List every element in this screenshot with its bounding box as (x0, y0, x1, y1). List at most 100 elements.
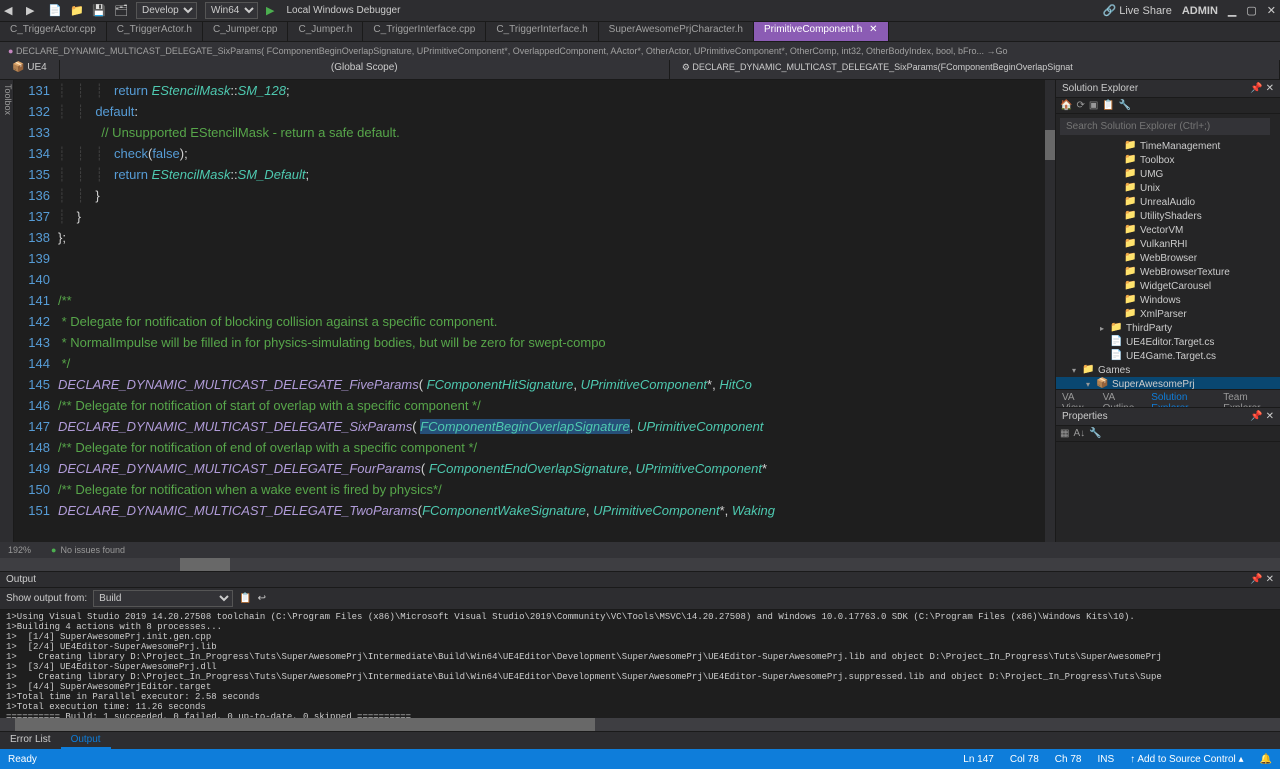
tree-item[interactable]: 📁TimeManagement (1056, 139, 1280, 153)
clear-icon[interactable]: 📋 (239, 593, 251, 604)
wrap-icon[interactable]: ↩ (258, 593, 266, 604)
tree-item[interactable]: 📄UE4Editor.Target.cs (1056, 335, 1280, 349)
alpha-icon[interactable]: A↓ (1073, 428, 1085, 439)
new-icon[interactable]: 📄 (48, 4, 62, 18)
right-panel-tab[interactable]: Team Explorer (1217, 390, 1280, 407)
home-icon[interactable]: 🏠 (1060, 100, 1072, 111)
breadcrumb: ● DECLARE_DYNAMIC_MULTICAST_DELEGATE_Six… (0, 42, 1280, 60)
line-gutter: 1311321331341351361371381391401411421431… (14, 80, 58, 521)
file-tab[interactable]: PrimitiveComponent.h ✕ (754, 22, 889, 41)
panel-close-icon[interactable]: ✕ (1266, 574, 1274, 585)
right-panel-tab[interactable]: Solution Explorer (1145, 390, 1217, 407)
collapse-icon[interactable]: ▣ (1089, 100, 1098, 111)
debugger-label[interactable]: Local Windows Debugger (282, 3, 404, 18)
solution-search-input[interactable] (1060, 118, 1270, 135)
pin-icon[interactable]: 📌 (1250, 83, 1262, 94)
code-editor[interactable]: 1311321331341351361371381391401411421431… (14, 80, 1055, 542)
categorize-icon[interactable]: ▦ (1060, 428, 1069, 439)
tree-item[interactable]: ▸📁ThirdParty (1056, 321, 1280, 335)
tree-item[interactable]: 📄UE4Game.Target.cs (1056, 349, 1280, 363)
statusbar: Ready Ln 147 Col 78 Ch 78 INS ↑ Add to S… (0, 749, 1280, 769)
tree-item[interactable]: 📁Unix (1056, 181, 1280, 195)
notifications-icon[interactable]: 🔔 (1260, 754, 1272, 765)
tree-item[interactable]: 📁VulkanRHI (1056, 237, 1280, 251)
save-icon[interactable]: 💾 (92, 4, 106, 18)
play-icon[interactable]: ▶ (266, 4, 274, 17)
file-tab[interactable]: C_TriggerInterface.h (486, 22, 598, 41)
bottom-panel-tab[interactable]: Output (61, 732, 111, 749)
properties-header: Properties 📌 ✕ (1056, 408, 1280, 426)
admin-label: ADMIN (1182, 5, 1218, 17)
file-tab[interactable]: C_Jumper.h (288, 22, 363, 41)
live-share-button[interactable]: 🔗 Live Share (1102, 4, 1171, 17)
editor-scrollbar-v[interactable] (1045, 80, 1055, 542)
solution-explorer-panel: Solution Explorer 📌 ✕ 🏠 ⟳ ▣ 📋 🔧 📁TimeMan… (1055, 80, 1280, 542)
tree-item[interactable]: 📁UtilityShaders (1056, 209, 1280, 223)
toolbox-sidebar[interactable]: Toolbox (0, 80, 14, 542)
minimize-icon[interactable]: ▁ (1228, 4, 1236, 17)
tree-item[interactable]: 📁VectorVM (1056, 223, 1280, 237)
global-scope[interactable]: (Global Scope) (60, 60, 670, 79)
marker-icon: ● (8, 46, 13, 56)
scroll-thumb[interactable] (1045, 130, 1055, 160)
right-tab-bar: VA ViewVA OutlineSolution ExplorerTeam E… (1056, 389, 1280, 407)
tab-close-icon[interactable]: ✕ (866, 24, 877, 35)
close-icon[interactable]: ✕ (1267, 4, 1276, 17)
code-content[interactable]: ┊ ┊ ┊ return EStencilMask::SM_128;┊ ┊ de… (58, 80, 1055, 521)
editor-scrollbar-h[interactable] (0, 558, 1280, 571)
main-toolbar: ◀ ▶ 📄 📁 💾 🗂 Develop Win64 ▶ Local Window… (0, 0, 1280, 22)
back-icon[interactable]: ◀ (4, 4, 18, 18)
file-tab-bar: C_TriggerActor.cppC_TriggerActor.hC_Jump… (0, 22, 1280, 42)
tree-item[interactable]: 📁XmlParser (1056, 307, 1280, 321)
solution-tree[interactable]: 📁TimeManagement📁Toolbox📁UMG📁Unix📁UnrealA… (1056, 139, 1280, 389)
tree-item[interactable]: 📁UnrealAudio (1056, 195, 1280, 209)
source-control-button[interactable]: ↑ Add to Source Control ▴ (1130, 754, 1243, 765)
bottom-panel-tab[interactable]: Error List (0, 732, 61, 749)
right-panel-tab[interactable]: VA View (1056, 390, 1097, 407)
col-label[interactable]: Col 78 (1010, 754, 1039, 765)
output-header: Output 📌 ✕ (0, 572, 1280, 588)
tree-item[interactable]: 📁WebBrowserTexture (1056, 265, 1280, 279)
show-output-label: Show output from: (6, 593, 87, 604)
ch-label[interactable]: Ch 78 (1055, 754, 1082, 765)
project-scope[interactable]: 📦 UE4 (0, 60, 60, 79)
solution-explorer-header: Solution Explorer 📌 ✕ (1056, 80, 1280, 98)
scroll-thumb-h[interactable] (180, 558, 230, 571)
member-scope[interactable]: ⚙ DECLARE_DYNAMIC_MULTICAST_DELEGATE_Six… (670, 60, 1280, 79)
config-dropdown[interactable]: Develop (136, 2, 197, 19)
file-tab[interactable]: C_TriggerActor.h (107, 22, 203, 41)
right-panel-tab[interactable]: VA Outline (1097, 390, 1146, 407)
tree-item[interactable]: ▾📦SuperAwesomePrj (1056, 377, 1280, 389)
tree-item[interactable]: 📁Toolbox (1056, 153, 1280, 167)
zoom-level[interactable]: 192% (8, 545, 31, 555)
maximize-icon[interactable]: ▢ (1246, 4, 1256, 17)
tree-item[interactable]: ▾📁Games (1056, 363, 1280, 377)
issues-label: No issues found (60, 545, 125, 555)
scope-bar: 📦 UE4 (Global Scope) ⚙ DECLARE_DYNAMIC_M… (0, 60, 1280, 80)
file-tab[interactable]: C_TriggerActor.cpp (0, 22, 107, 41)
ready-label: Ready (8, 754, 37, 765)
ins-label[interactable]: INS (1097, 754, 1114, 765)
tree-item[interactable]: 📁WidgetCarousel (1056, 279, 1280, 293)
file-tab[interactable]: SuperAwesomePrjCharacter.h (599, 22, 754, 41)
show-all-icon[interactable]: 📋 (1102, 100, 1114, 111)
pin-icon[interactable]: 📌 (1250, 574, 1262, 585)
platform-dropdown[interactable]: Win64 (205, 2, 258, 19)
tree-item[interactable]: 📁UMG (1056, 167, 1280, 181)
output-source-dropdown[interactable]: Build (93, 590, 233, 607)
line-label[interactable]: Ln 147 (963, 754, 994, 765)
panel-close-icon[interactable]: ✕ (1266, 83, 1274, 94)
save-all-icon[interactable]: 🗂 (114, 4, 128, 18)
forward-icon[interactable]: ▶ (26, 4, 40, 18)
refresh-icon[interactable]: ⟳ (1076, 100, 1084, 111)
properties-icon[interactable]: 🔧 (1119, 100, 1131, 111)
open-icon[interactable]: 📁 (70, 4, 84, 18)
tree-item[interactable]: 📁WebBrowser (1056, 251, 1280, 265)
panel-close-icon[interactable]: ✕ (1266, 411, 1274, 422)
pin-icon[interactable]: 📌 (1250, 411, 1262, 422)
wrench-icon[interactable]: 🔧 (1089, 428, 1101, 439)
output-content[interactable]: 1>Using Visual Studio 2019 14.20.27508 t… (0, 610, 1280, 718)
tree-item[interactable]: 📁Windows (1056, 293, 1280, 307)
file-tab[interactable]: C_Jumper.cpp (203, 22, 288, 41)
file-tab[interactable]: C_TriggerInterface.cpp (363, 22, 486, 41)
